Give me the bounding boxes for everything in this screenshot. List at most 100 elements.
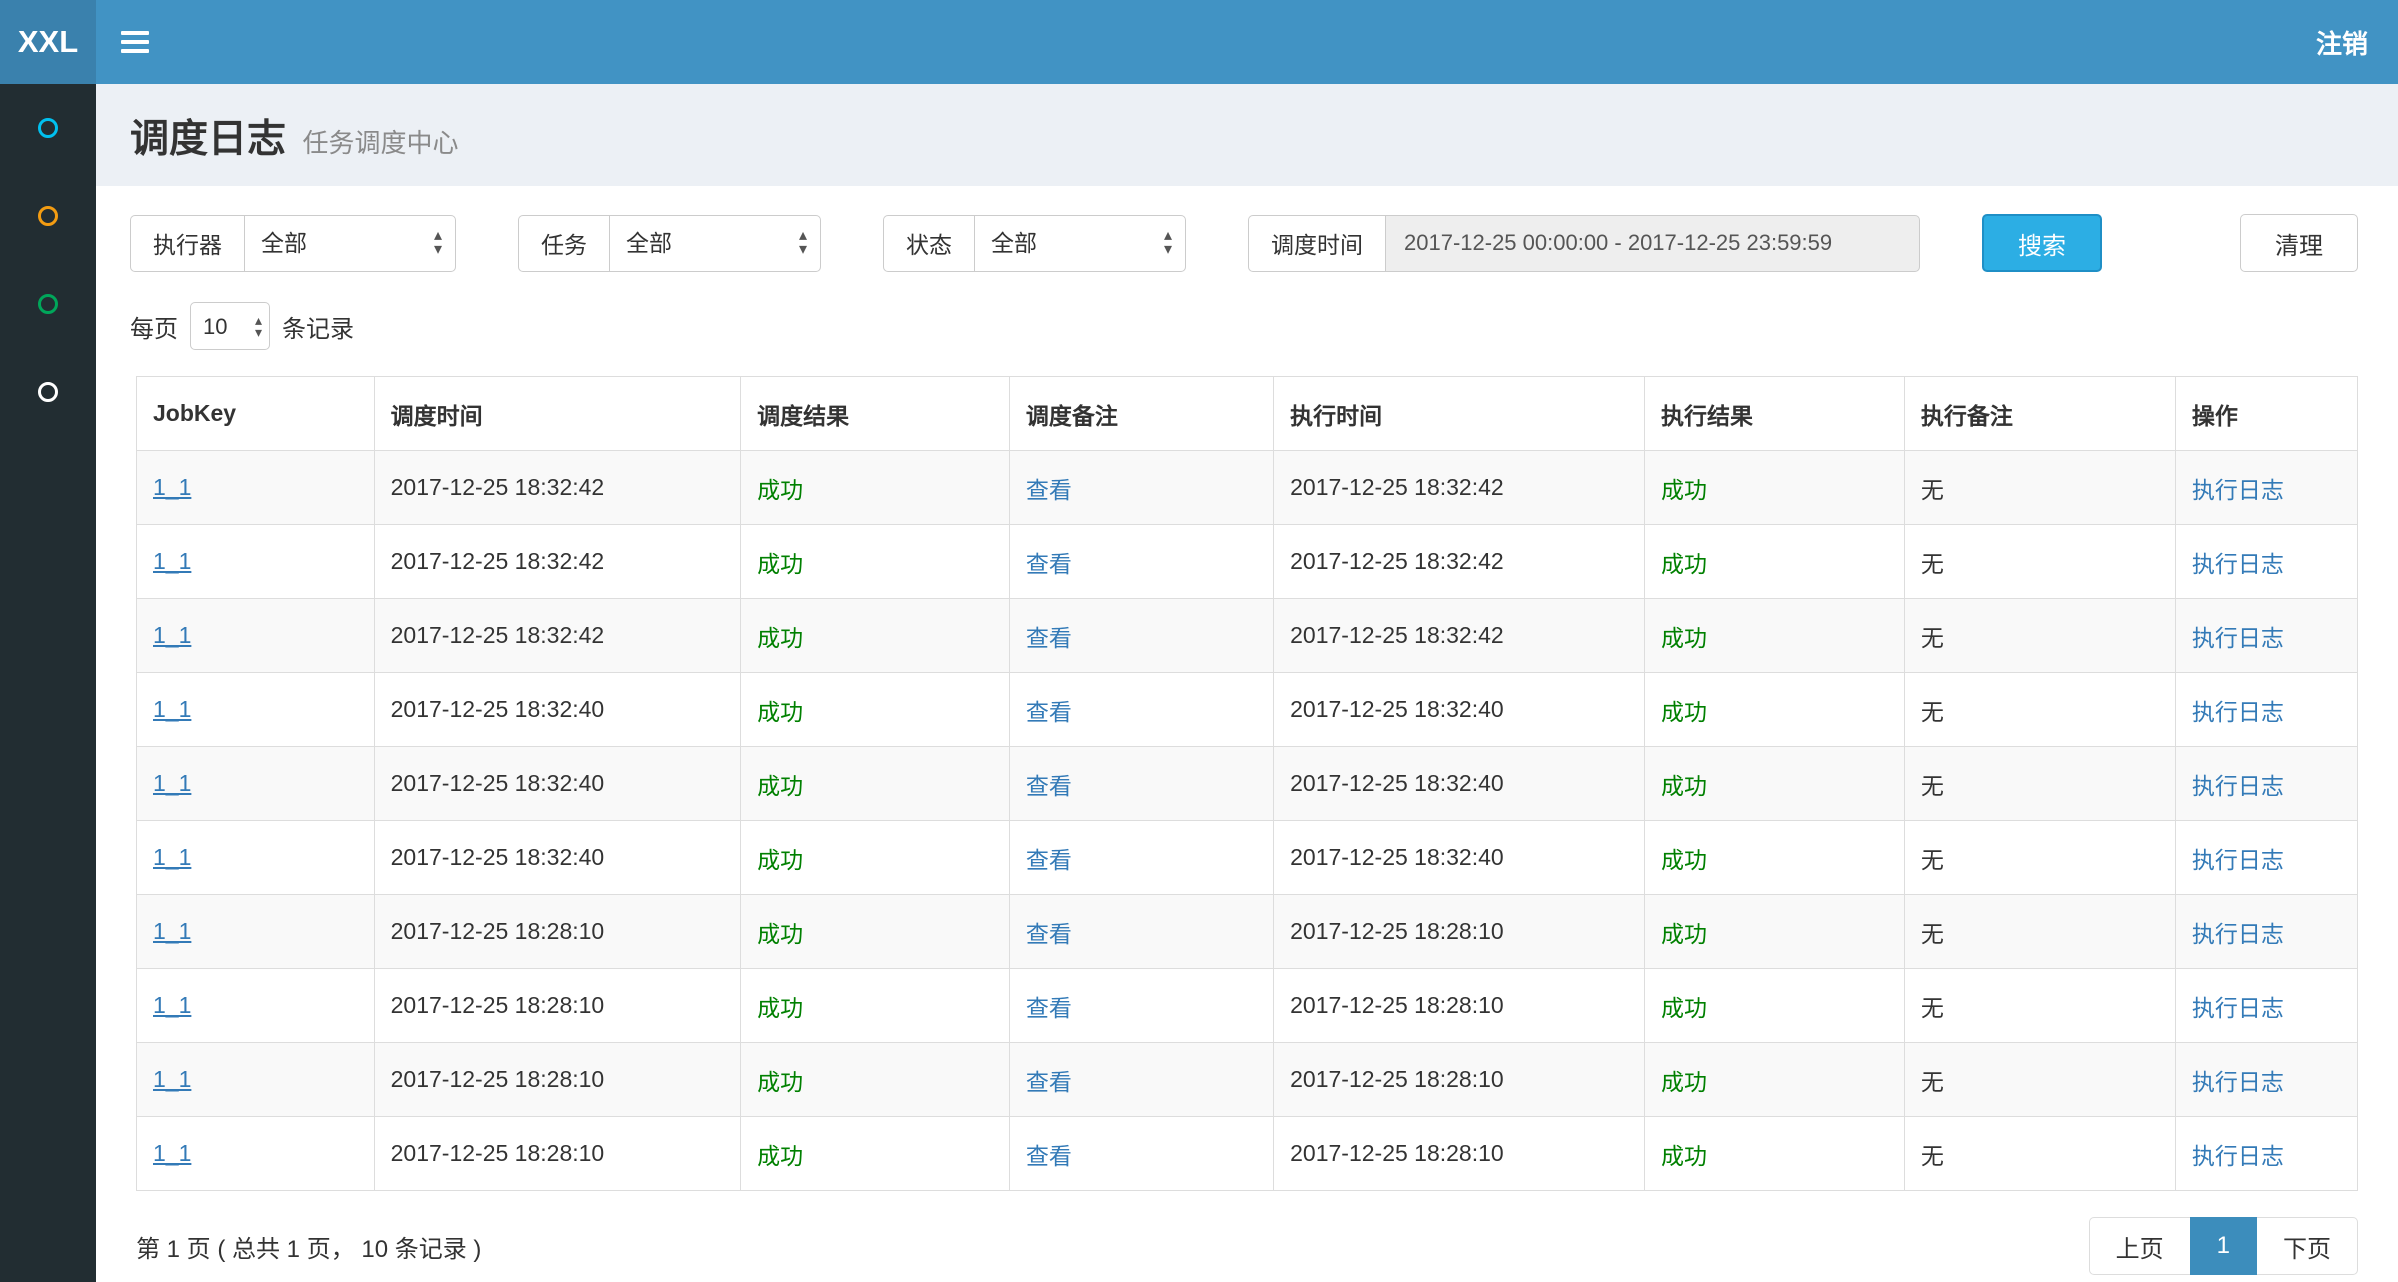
handle-time-cell: 2017-12-25 18:32:40 xyxy=(1274,747,1645,821)
table-row: 1_1 2017-12-25 18:32:42 成功 查看 2017-12-25… xyxy=(137,451,2358,525)
exec-log-link[interactable]: 执行日志 xyxy=(2192,995,2284,1021)
page-subtitle: 任务调度中心 xyxy=(302,128,458,158)
header-handle-result: 执行结果 xyxy=(1645,377,1905,451)
circle-icon xyxy=(38,294,58,314)
circle-icon xyxy=(38,118,58,138)
exec-log-link[interactable]: 执行日志 xyxy=(2192,551,2284,577)
exec-log-link[interactable]: 执行日志 xyxy=(2192,1143,2284,1169)
executor-filter-label: 执行器 xyxy=(130,215,244,272)
trigger-result-cell: 成功 xyxy=(741,969,1010,1043)
trigger-msg-link[interactable]: 查看 xyxy=(1026,699,1072,725)
handle-time-cell: 2017-12-25 18:32:42 xyxy=(1274,599,1645,673)
exec-log-link[interactable]: 执行日志 xyxy=(2192,847,2284,873)
jobkey-link[interactable]: 1_1 xyxy=(153,548,191,574)
jobkey-link[interactable]: 1_1 xyxy=(153,1066,191,1092)
trigger-msg-link[interactable]: 查看 xyxy=(1026,625,1072,651)
trigger-msg-link[interactable]: 查看 xyxy=(1026,477,1072,503)
page-header: 调度日志 任务调度中心 xyxy=(96,84,2398,186)
trigger-msg-link[interactable]: 查看 xyxy=(1026,773,1072,799)
jobkey-cell: 1_1 xyxy=(137,599,375,673)
page-size-label-after: 条记录 xyxy=(282,309,354,344)
trigger-time-cell: 2017-12-25 18:28:10 xyxy=(374,969,740,1043)
trigger-result-cell: 成功 xyxy=(741,599,1010,673)
sidebar-item-1[interactable] xyxy=(0,84,96,172)
table-row: 1_1 2017-12-25 18:28:10 成功 查看 2017-12-25… xyxy=(137,1117,2358,1191)
jobkey-link[interactable]: 1_1 xyxy=(153,844,191,870)
header-action: 操作 xyxy=(2175,377,2357,451)
logout-link[interactable]: 注销 xyxy=(2286,0,2398,84)
exec-log-link[interactable]: 执行日志 xyxy=(2192,625,2284,651)
sidebar-item-3[interactable] xyxy=(0,260,96,348)
time-range-input[interactable] xyxy=(1385,215,1920,272)
trigger-msg-cell: 查看 xyxy=(1009,1043,1273,1117)
handle-msg-cell: 无 xyxy=(1904,747,2175,821)
jobkey-cell: 1_1 xyxy=(137,1043,375,1117)
sidebar-item-4[interactable] xyxy=(0,348,96,436)
jobkey-link[interactable]: 1_1 xyxy=(153,770,191,796)
action-cell: 执行日志 xyxy=(2175,599,2357,673)
trigger-time-cell: 2017-12-25 18:32:42 xyxy=(374,599,740,673)
trigger-msg-link[interactable]: 查看 xyxy=(1026,995,1072,1021)
trigger-time-cell: 2017-12-25 18:28:10 xyxy=(374,1043,740,1117)
sidebar-item-2[interactable] xyxy=(0,172,96,260)
handle-msg-cell: 无 xyxy=(1904,895,2175,969)
trigger-msg-link[interactable]: 查看 xyxy=(1026,551,1072,577)
trigger-result-cell: 成功 xyxy=(741,451,1010,525)
table-row: 1_1 2017-12-25 18:28:10 成功 查看 2017-12-25… xyxy=(137,1043,2358,1117)
jobkey-link[interactable]: 1_1 xyxy=(153,1140,191,1166)
search-button[interactable]: 搜索 xyxy=(1982,214,2102,272)
status-filter-select[interactable]: 全部 xyxy=(974,215,1186,272)
exec-log-link[interactable]: 执行日志 xyxy=(2192,1069,2284,1095)
table-row: 1_1 2017-12-25 18:28:10 成功 查看 2017-12-25… xyxy=(137,895,2358,969)
executor-filter-group: 执行器 全部 xyxy=(130,215,456,272)
handle-time-cell: 2017-12-25 18:32:42 xyxy=(1274,525,1645,599)
jobkey-link[interactable]: 1_1 xyxy=(153,622,191,648)
trigger-msg-link[interactable]: 查看 xyxy=(1026,921,1072,947)
trigger-msg-link[interactable]: 查看 xyxy=(1026,1143,1072,1169)
table-row: 1_1 2017-12-25 18:32:40 成功 查看 2017-12-25… xyxy=(137,673,2358,747)
circle-icon xyxy=(38,206,58,226)
jobkey-cell: 1_1 xyxy=(137,1117,375,1191)
header-handle-msg: 执行备注 xyxy=(1904,377,2175,451)
trigger-time-cell: 2017-12-25 18:28:10 xyxy=(374,895,740,969)
sidebar xyxy=(0,84,96,1282)
handle-time-cell: 2017-12-25 18:32:42 xyxy=(1274,451,1645,525)
sidebar-toggle-icon[interactable] xyxy=(96,0,174,84)
page-size-select[interactable]: 10 xyxy=(190,302,270,350)
job-filter-select[interactable]: 全部 xyxy=(609,215,821,272)
exec-log-link[interactable]: 执行日志 xyxy=(2192,773,2284,799)
trigger-msg-link[interactable]: 查看 xyxy=(1026,1069,1072,1095)
current-page-button[interactable]: 1 xyxy=(2190,1217,2257,1275)
handle-msg-cell: 无 xyxy=(1904,1043,2175,1117)
action-cell: 执行日志 xyxy=(2175,895,2357,969)
jobkey-link[interactable]: 1_1 xyxy=(153,696,191,722)
action-cell: 执行日志 xyxy=(2175,1043,2357,1117)
handle-msg-cell: 无 xyxy=(1904,1117,2175,1191)
handle-msg-cell: 无 xyxy=(1904,451,2175,525)
handle-msg-cell: 无 xyxy=(1904,673,2175,747)
handle-result-cell: 成功 xyxy=(1645,1043,1905,1117)
executor-filter-select[interactable]: 全部 xyxy=(244,215,456,272)
trigger-msg-cell: 查看 xyxy=(1009,969,1273,1043)
filter-bar: 执行器 全部 任务 全部 状态 全部 调 xyxy=(96,186,2398,272)
clear-button[interactable]: 清理 xyxy=(2240,214,2358,272)
jobkey-link[interactable]: 1_1 xyxy=(153,992,191,1018)
trigger-time-cell: 2017-12-25 18:32:40 xyxy=(374,821,740,895)
header-trigger-result: 调度结果 xyxy=(741,377,1010,451)
status-filter-label: 状态 xyxy=(883,215,974,272)
next-page-button[interactable]: 下页 xyxy=(2256,1217,2358,1275)
jobkey-link[interactable]: 1_1 xyxy=(153,918,191,944)
trigger-msg-cell: 查看 xyxy=(1009,525,1273,599)
exec-log-link[interactable]: 执行日志 xyxy=(2192,921,2284,947)
app-logo[interactable]: XXL xyxy=(0,0,96,84)
exec-log-link[interactable]: 执行日志 xyxy=(2192,699,2284,725)
jobkey-link[interactable]: 1_1 xyxy=(153,474,191,500)
trigger-msg-link[interactable]: 查看 xyxy=(1026,847,1072,873)
trigger-msg-cell: 查看 xyxy=(1009,821,1273,895)
prev-page-button[interactable]: 上页 xyxy=(2089,1217,2191,1275)
page-size-bar: 每页 10 条记录 xyxy=(96,272,2398,350)
trigger-result-cell: 成功 xyxy=(741,895,1010,969)
page-size-select-wrap: 10 xyxy=(190,302,270,350)
header-trigger-time: 调度时间 xyxy=(374,377,740,451)
exec-log-link[interactable]: 执行日志 xyxy=(2192,477,2284,503)
